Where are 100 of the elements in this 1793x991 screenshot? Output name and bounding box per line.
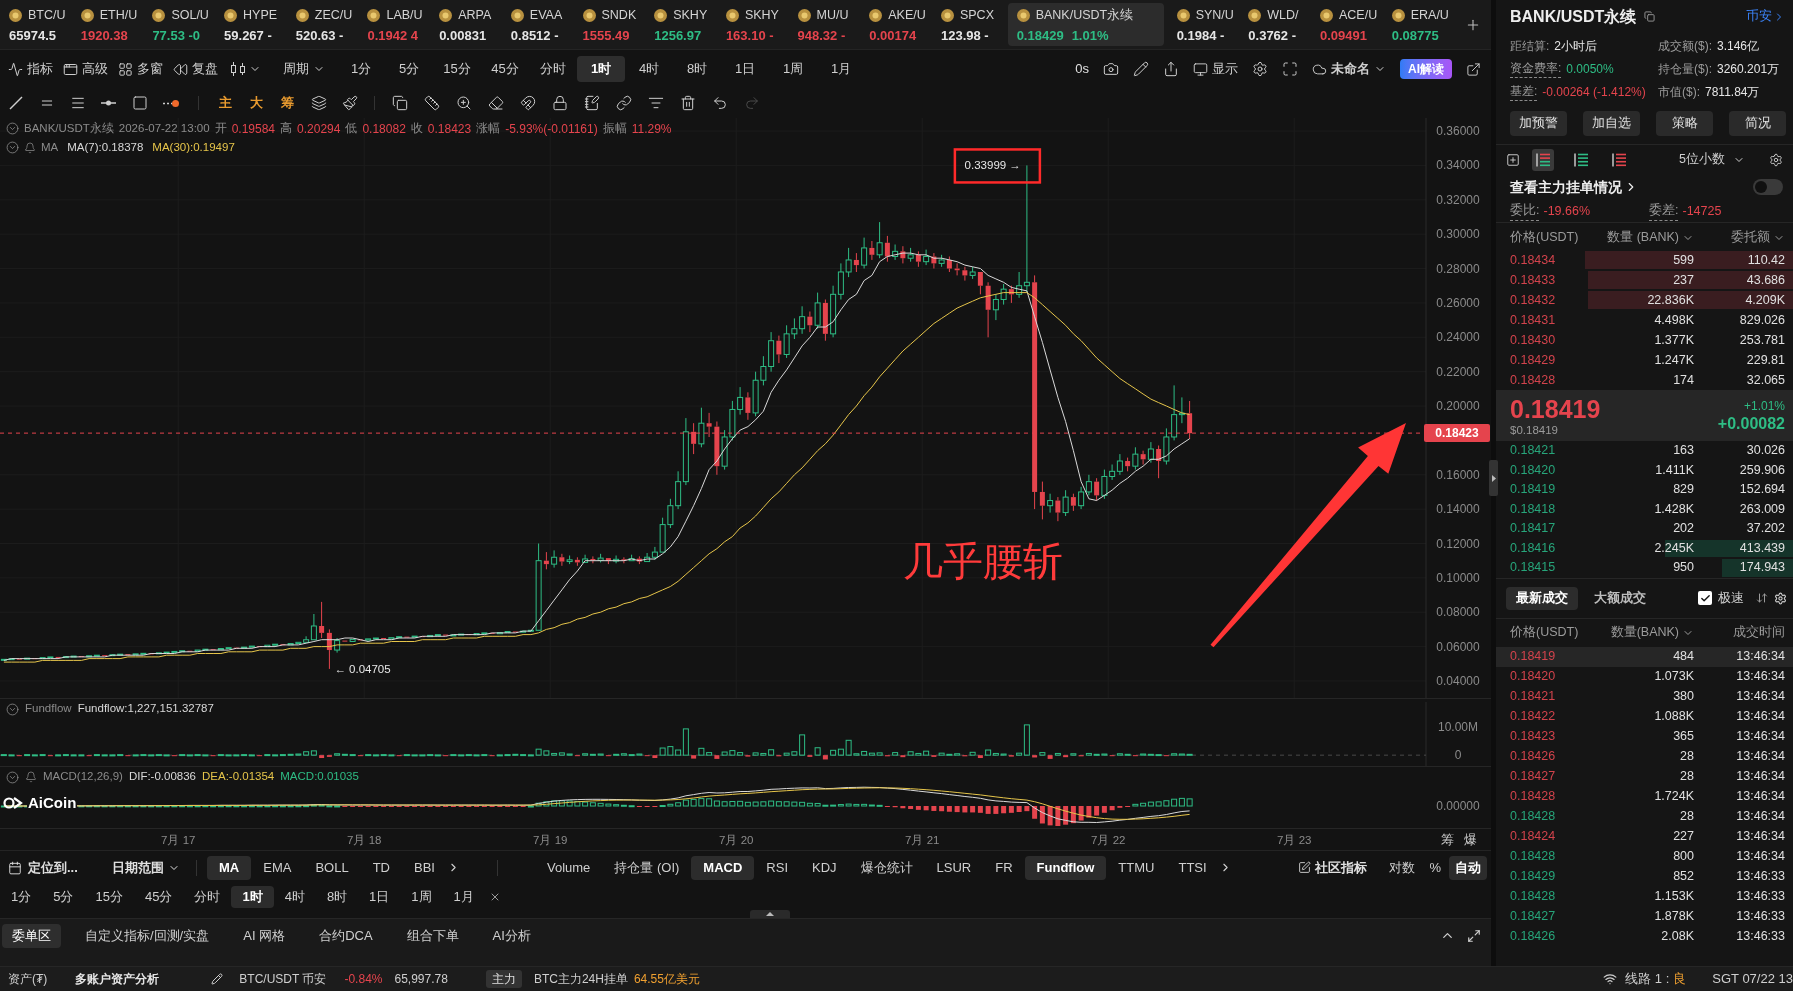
axis-label: 0.12000 — [1436, 536, 1480, 551]
ticker-price: 0.1984 - — [1176, 26, 1225, 45]
ticker-price: 1256.97 — [654, 26, 702, 45]
time-cell-text: 13:46:34 — [1735, 648, 1785, 666]
quantity-cell-text: 2.08K — [1660, 928, 1694, 946]
ticker-price: 0.1942 4 — [367, 26, 419, 45]
line-label: 线路 1 : — [1625, 970, 1670, 989]
quantity-cell-text: 1.724K — [1653, 788, 1694, 806]
price-cell-text: 0.18428 — [1510, 788, 1557, 806]
time-cell-text: 13:46:34 — [1735, 688, 1785, 706]
ohlc-label: 涨幅 — [476, 120, 501, 136]
stat-value: 2小时后 — [1554, 37, 1598, 55]
quantity-cell-text: 174 — [1672, 371, 1694, 389]
orders-value: 64.55亿美元 — [633, 971, 700, 988]
time-cell-text: 13:46:34 — [1735, 848, 1785, 866]
ticker-price: 59.267 - — [224, 26, 272, 45]
ticker-symbol: SOL/U — [171, 6, 209, 24]
quantity-cell-text: 2.245K — [1653, 539, 1694, 557]
amount-cell-text: 37.202 — [1745, 520, 1785, 538]
indicator-value: DEA:-0.01354 — [202, 769, 275, 785]
date-label: 7月 23 — [1277, 833, 1312, 848]
stat-value: -14725 — [1682, 202, 1722, 220]
axis-label: 0.14000 — [1436, 502, 1480, 517]
price-cell-text: 0.18433 — [1510, 271, 1557, 289]
axis-label: 0.30000 — [1436, 227, 1480, 242]
time-cell-text: 13:46:34 — [1735, 808, 1785, 826]
ticker-symbol: AKE/U — [888, 6, 926, 24]
main-force-tag: 主力 — [485, 970, 522, 988]
amount-cell-text: 4.209K — [1744, 291, 1785, 309]
axis-label: 0.28000 — [1436, 261, 1480, 276]
amount-cell-text: 253.781 — [1738, 331, 1785, 349]
time-cell-text: 13:46:33 — [1735, 888, 1785, 906]
date-label: 7月 21 — [905, 833, 940, 848]
ticker-symbol: HYPE — [243, 6, 278, 24]
axis-label: 10.00M — [1438, 719, 1478, 734]
price-cell-text: 0.18432 — [1510, 291, 1557, 309]
market-change: -0.84% — [344, 971, 383, 988]
ticker-symbol: BTC/U — [28, 6, 66, 24]
stat-label: 市值($): — [1658, 83, 1700, 101]
ticker-price: 1555.49 — [582, 26, 630, 45]
price-cell-text: 0.18426 — [1510, 928, 1557, 946]
quantity-cell-text: 28 — [1679, 748, 1694, 766]
ticker-symbol: ETH/U — [99, 6, 138, 24]
axis-label: 0.24000 — [1436, 330, 1480, 345]
quantity-cell-text: 852 — [1672, 868, 1694, 886]
stat-value: 0.0050% — [1566, 60, 1614, 78]
market-pair: BTC/USDT 币安 — [239, 971, 327, 988]
axis-label: 0.00000 — [1436, 799, 1480, 813]
ohlc-value: 0.20294 — [297, 120, 341, 138]
assets-label: 资产(₮) — [8, 971, 48, 988]
stat-value: 3.146亿 — [1717, 37, 1760, 55]
ma-value: MA(7):0.18378 — [67, 139, 144, 155]
quantity-cell-text: 1.073K — [1653, 668, 1694, 686]
market-title: BANK/USDT永续 — [1510, 6, 1637, 27]
ticker-price: 0.08775 — [1391, 26, 1439, 45]
quantity-cell-text: 1.247K — [1653, 351, 1694, 369]
ticker-symbol: ARPA — [458, 6, 492, 24]
ohlc-value: 11.29% — [631, 120, 672, 138]
indicator-name: Fundflow — [25, 701, 72, 717]
quantity-cell-text: 22.836K — [1646, 291, 1694, 309]
time-cell-text: 13:46:34 — [1735, 728, 1785, 746]
stat-value: -0.00264 (-1.412%) — [1542, 83, 1646, 101]
price-cell-text: 0.18428 — [1510, 808, 1557, 826]
candle-time: 2026-07-22 13:00 — [118, 120, 210, 136]
ticker-symbol: MU/U — [816, 6, 849, 24]
amount-cell-text: 174.943 — [1738, 559, 1785, 577]
price-cell-text: 0.18428 — [1510, 848, 1557, 866]
line-quality: 良 — [1673, 970, 1687, 989]
time-cell-text: 13:46:34 — [1735, 768, 1785, 786]
ticker-symbol: ZEC/U — [314, 6, 353, 24]
price-annotation: 0.33999 → — [964, 159, 1021, 172]
axis-label: 0.08000 — [1436, 605, 1480, 620]
ticker-price: 948.32 - — [797, 26, 846, 45]
stat-value: 7811.84万 — [1705, 83, 1760, 101]
price-cell-text: 0.18415 — [1510, 559, 1557, 577]
time-cell-text: 13:46:33 — [1735, 908, 1785, 926]
indicator-value: MACD:0.01035 — [280, 769, 359, 785]
ticker-symbol: LAB/U — [386, 6, 423, 24]
time-cell-text: 13:46:34 — [1735, 788, 1785, 806]
chart-symbol: BANK/USDT永续 — [24, 120, 114, 136]
amount-cell-text: 110.42 — [1746, 251, 1785, 269]
date-label: 7月 20 — [719, 833, 754, 848]
current-price-tag: 0.18423 — [1424, 424, 1490, 443]
stat-label: 距结算: — [1510, 37, 1550, 55]
price-cell-text: 0.18431 — [1510, 311, 1557, 329]
ticker-symbol: EVAA — [529, 6, 563, 24]
amount-cell-text: 152.694 — [1738, 481, 1785, 499]
time-cell-text: 13:46:34 — [1735, 708, 1785, 726]
quantity-cell-text: 28 — [1679, 808, 1694, 826]
ticker-price: 0.18429 — [1016, 26, 1064, 45]
ticker-symbol: SPCX — [959, 6, 994, 24]
ticker-price: 65974.5 — [9, 26, 56, 45]
stat-label: 成交额($): — [1658, 37, 1712, 55]
axis-label: 0.32000 — [1436, 192, 1480, 207]
quantity-cell-text: 380 — [1672, 688, 1694, 706]
axis-label: 0.22000 — [1436, 364, 1480, 379]
quantity-cell-text: 4.498K — [1653, 311, 1694, 329]
ticker-price: 163.10 - — [725, 26, 774, 45]
price-cell-text: 0.18427 — [1510, 768, 1557, 786]
stat-value: -19.66% — [1543, 202, 1591, 220]
